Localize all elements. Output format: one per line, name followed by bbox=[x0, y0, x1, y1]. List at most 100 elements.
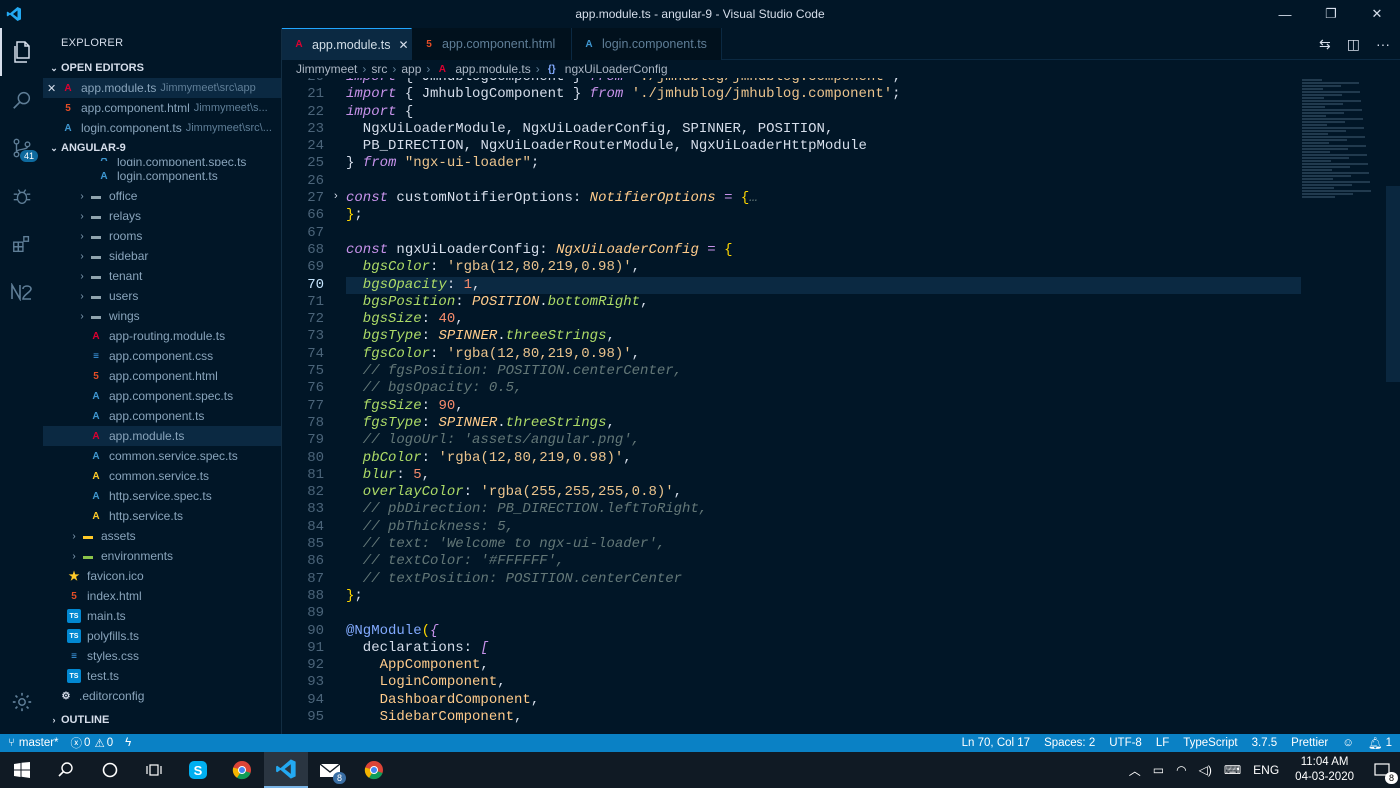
tree-item[interactable]: Aapp-routing.module.ts bbox=[43, 326, 281, 346]
tree-item[interactable]: 5 index.html bbox=[43, 586, 281, 606]
code-line[interactable]: // bgsOpacity: 0.5, bbox=[346, 380, 1306, 397]
tree-item[interactable]: ≡ styles.css bbox=[43, 646, 281, 666]
breadcrumb-item[interactable]: Jimmymeet bbox=[296, 62, 357, 76]
code-line[interactable]: // fgsPosition: POSITION.centerCenter, bbox=[346, 363, 1306, 380]
nx-console-icon[interactable] bbox=[0, 268, 43, 316]
settings-gear-icon[interactable] bbox=[0, 678, 43, 726]
problems-status[interactable]: ⓧ 0 ⚠ 0 bbox=[71, 735, 114, 751]
tab-login-component-ts[interactable]: Alogin.component.ts bbox=[572, 28, 722, 60]
minimap[interactable] bbox=[1302, 78, 1382, 208]
debug-icon[interactable] bbox=[0, 172, 43, 220]
cursor-position[interactable]: Ln 70, Col 17 bbox=[962, 737, 1030, 749]
tab-app-component-html[interactable]: 5 app.component.html bbox=[412, 28, 572, 60]
mail-icon[interactable]: 8 bbox=[308, 752, 352, 788]
notifications[interactable]: 🔔︎ 1 bbox=[1368, 736, 1392, 750]
vscode-taskbar-icon[interactable] bbox=[264, 752, 308, 788]
source-control-icon[interactable]: 41 bbox=[0, 124, 43, 172]
volume-icon[interactable]: ◁) bbox=[1199, 763, 1212, 777]
tree-item[interactable]: Aapp.component.ts bbox=[43, 406, 281, 426]
branch-status[interactable]: ⑂ master* bbox=[8, 737, 59, 749]
outline-header[interactable]: › OUTLINE bbox=[43, 710, 281, 730]
code-line[interactable]: bgsSize: 40, bbox=[346, 311, 1306, 328]
tree-item[interactable]: ★ favicon.ico bbox=[43, 566, 281, 586]
tree-item[interactable]: Acommon.service.ts bbox=[43, 466, 281, 486]
code-line[interactable]: LoginComponent, bbox=[346, 674, 1306, 691]
lightning-icon[interactable]: ϟ bbox=[125, 737, 131, 749]
open-editor-item[interactable]: Alogin.component.ts Jimmymeet\src\... bbox=[43, 118, 281, 138]
tree-item[interactable]: Ahttp.service.ts bbox=[43, 506, 281, 526]
tree-item[interactable]: › ▬ wings bbox=[43, 306, 281, 326]
code-line[interactable]: bgsColor: 'rgba(12,80,219,0.98)', bbox=[346, 259, 1306, 276]
project-header[interactable]: ⌄ ANGULAR-9 bbox=[43, 138, 281, 158]
battery-icon[interactable]: ▭ bbox=[1153, 763, 1164, 777]
end-of-line[interactable]: LF bbox=[1156, 737, 1169, 749]
code-line[interactable]: DashboardComponent, bbox=[346, 692, 1306, 709]
search-icon[interactable] bbox=[44, 752, 88, 788]
tree-item[interactable]: Aapp.component.spec.ts bbox=[43, 386, 281, 406]
code-line[interactable]: // pbDirection: PB_DIRECTION.leftToRight… bbox=[346, 501, 1306, 518]
language-indicator[interactable]: ENG bbox=[1253, 763, 1279, 777]
encoding[interactable]: UTF-8 bbox=[1109, 737, 1142, 749]
tree-item[interactable]: TS polyfills.ts bbox=[43, 626, 281, 646]
code-line[interactable]: // textColor: '#FFFFFF', bbox=[346, 553, 1306, 570]
tree-item[interactable]: › ▬ sidebar bbox=[43, 246, 281, 266]
tree-item[interactable]: TS test.ts bbox=[43, 666, 281, 686]
breadcrumb-item[interactable]: app.module.ts bbox=[455, 62, 530, 76]
indentation[interactable]: Spaces: 2 bbox=[1044, 737, 1095, 749]
code-line[interactable]: overlayColor: 'rgba(255,255,255,0.8)', bbox=[346, 484, 1306, 501]
code-line[interactable]: // pbThickness: 5, bbox=[346, 519, 1306, 536]
code-editor[interactable]: 2021222324252627666768697071727374757677… bbox=[282, 78, 1400, 734]
code-line[interactable]: // textPosition: POSITION.centerCenter bbox=[346, 571, 1306, 588]
formatter[interactable]: Prettier bbox=[1291, 737, 1328, 749]
feedback-icon[interactable]: ☺ bbox=[1342, 737, 1354, 749]
open-editors-header[interactable]: ⌄ OPEN EDITORS bbox=[43, 58, 281, 78]
code-line[interactable]: PB_DIRECTION, NgxUiLoaderRouterModule, N… bbox=[346, 138, 1306, 155]
windows-start-icon[interactable] bbox=[0, 752, 44, 788]
close-tab-icon[interactable]: ✕ bbox=[399, 38, 409, 52]
breadcrumb-item[interactable]: ngxUiLoaderConfig bbox=[565, 62, 668, 76]
code-line[interactable]: } from "ngx-ui-loader"; bbox=[346, 155, 1306, 172]
extensions-icon[interactable] bbox=[0, 220, 43, 268]
tree-item[interactable]: Alogin.component.spec.ts bbox=[43, 158, 281, 166]
code-line[interactable]: import { JmhublogComponent } from './jmh… bbox=[346, 78, 1306, 86]
compare-changes-icon[interactable]: ⇆ bbox=[1319, 36, 1331, 53]
code-line[interactable]: // text: 'Welcome to ngx-ui-loader', bbox=[346, 536, 1306, 553]
code-line[interactable]: SidebarComponent, bbox=[346, 709, 1306, 726]
code-line[interactable]: bgsType: SPINNER.threeStrings, bbox=[346, 328, 1306, 345]
language-mode[interactable]: TypeScript bbox=[1183, 737, 1237, 749]
open-editor-item[interactable]: ✕ Aapp.module.ts Jimmymeet\src\app bbox=[43, 78, 281, 98]
code-line[interactable] bbox=[346, 173, 1306, 190]
code-line[interactable]: import { JmhublogComponent } from './jmh… bbox=[346, 86, 1306, 103]
keyboard-icon[interactable]: ⌨ bbox=[1224, 763, 1241, 777]
tree-item[interactable]: Acommon.service.spec.ts bbox=[43, 446, 281, 466]
breadcrumb-item[interactable]: src bbox=[371, 62, 387, 76]
code-line[interactable]: const customNotifierOptions: NotifierOpt… bbox=[346, 190, 1306, 207]
chevron-up-icon[interactable]: ︿ bbox=[1129, 762, 1141, 779]
vertical-scrollbar[interactable] bbox=[1386, 186, 1400, 382]
code-line[interactable]: blur: 5, bbox=[346, 467, 1306, 484]
chrome-profile-icon[interactable] bbox=[352, 752, 396, 788]
cortana-icon[interactable] bbox=[88, 752, 132, 788]
skype-icon[interactable]: S bbox=[176, 752, 220, 788]
code-line[interactable]: }; bbox=[346, 207, 1306, 224]
close-icon[interactable]: ✕ bbox=[47, 82, 61, 95]
code-line[interactable]: fgsColor: 'rgba(12,80,219,0.98)', bbox=[346, 346, 1306, 363]
fold-expand-icon[interactable]: › bbox=[334, 190, 344, 202]
search-icon[interactable] bbox=[0, 76, 43, 124]
split-editor-icon[interactable]: ◫ bbox=[1347, 36, 1360, 53]
tree-item[interactable]: ≡ app.component.css bbox=[43, 346, 281, 366]
code-line[interactable]: bgsOpacity: 1, bbox=[346, 276, 1301, 294]
code-line[interactable]: // logoUrl: 'assets/angular.png', bbox=[346, 432, 1306, 449]
tree-item[interactable]: TS main.ts bbox=[43, 606, 281, 626]
notification-center-icon[interactable]: 8 bbox=[1364, 752, 1400, 788]
tree-item[interactable]: Alogin.component.ts bbox=[43, 166, 281, 186]
code-line[interactable]: declarations: [ bbox=[346, 640, 1306, 657]
explorer-icon[interactable] bbox=[0, 28, 43, 76]
tree-item[interactable]: › ▬ assets bbox=[43, 526, 281, 546]
tree-item[interactable]: › ▬ tenant bbox=[43, 266, 281, 286]
chrome-icon[interactable] bbox=[220, 752, 264, 788]
task-view-icon[interactable] bbox=[132, 752, 176, 788]
code-line[interactable]: NgxUiLoaderModule, NgxUiLoaderConfig, SP… bbox=[346, 121, 1306, 138]
code-line[interactable]: AppComponent, bbox=[346, 657, 1306, 674]
more-actions-icon[interactable]: ··· bbox=[1376, 36, 1390, 52]
